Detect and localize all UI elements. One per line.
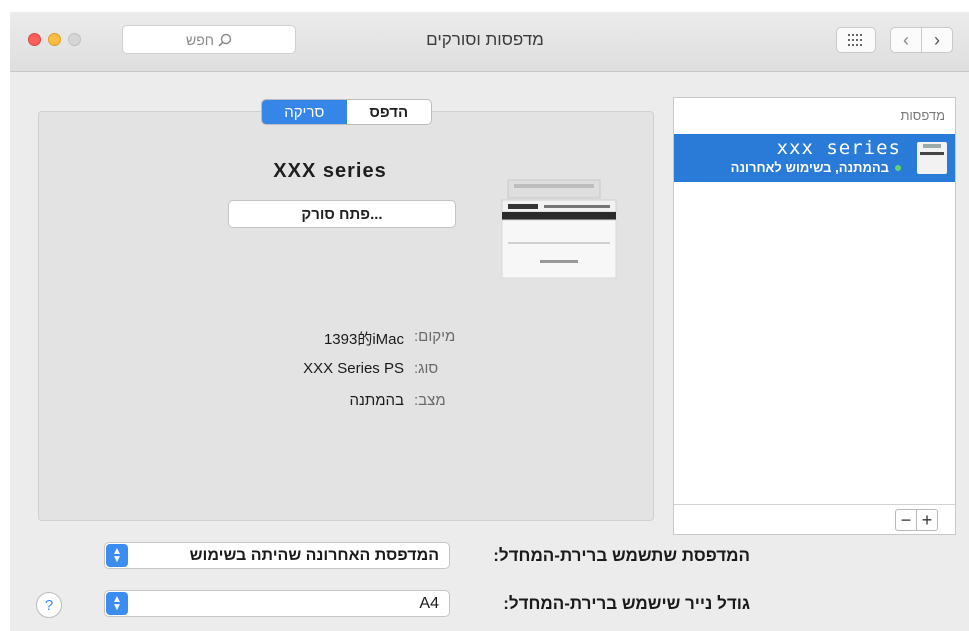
- status-label: מצב:: [414, 392, 446, 409]
- status-dot-icon: [895, 164, 901, 171]
- default-printer-select[interactable]: ▲ ▼ המדפסת האחרונה שהיתה בשימוש: [104, 542, 450, 569]
- back-button[interactable]: ‹: [890, 27, 922, 53]
- printers-list: מדפסות xxx series בהמתנה, בשימוש לאחרונה…: [673, 97, 956, 535]
- tab-scan[interactable]: סריקה: [262, 100, 347, 124]
- list-footer: − +: [674, 504, 955, 534]
- open-scanner-button[interactable]: פתח סורק...: [228, 200, 456, 228]
- type-label: סוג:: [414, 360, 439, 377]
- help-button[interactable]: ?: [36, 592, 62, 618]
- window-title: מדפסות וסורקים: [426, 30, 544, 49]
- remove-printer-button[interactable]: −: [895, 509, 917, 531]
- preferences-window: חפש מדפסות וסורקים ‹ › מדפסות xxx series…: [10, 12, 969, 631]
- printer-name-heading: XXX series: [273, 160, 387, 182]
- printer-item-status: בהמתנה, בשימוש לאחרונה: [731, 160, 901, 175]
- close-window-button[interactable]: [28, 33, 41, 46]
- type-value: XXX Series PS: [303, 360, 404, 377]
- status-row: מצב: בהמתנה: [210, 392, 510, 414]
- printer-list-item[interactable]: xxx series בהמתנה, בשימוש לאחרונה: [674, 134, 955, 182]
- paper-size-row: גודל נייר שישמש ברירת-המחדל: ▲ ▼ A4: [10, 590, 969, 618]
- search-icon: [218, 33, 232, 47]
- chevron-updown-icon: ▲ ▼: [106, 592, 128, 615]
- default-printer-row: המדפסת שתשמש ברירת-המחדל: ▲ ▼ המדפסת האחר…: [10, 542, 969, 570]
- default-printer-label: המדפסת שתשמש ברירת-המחדל:: [493, 546, 750, 565]
- printer-image: [501, 179, 617, 279]
- paper-size-value: A4: [419, 595, 439, 612]
- chevron-right-icon: ›: [934, 29, 940, 50]
- show-all-button[interactable]: [836, 27, 876, 53]
- add-printer-button[interactable]: +: [916, 509, 938, 531]
- chevron-left-icon: ‹: [903, 29, 909, 50]
- tab-print[interactable]: הדפס: [346, 100, 431, 124]
- grid-icon: [848, 34, 862, 46]
- paper-size-select[interactable]: ▲ ▼ A4: [104, 590, 450, 617]
- printer-icon: [917, 142, 947, 174]
- chevron-updown-icon: ▲ ▼: [106, 544, 128, 567]
- default-printer-value: המדפסת האחרונה שהיתה בשימוש: [189, 547, 439, 564]
- printers-list-header: מדפסות: [900, 108, 945, 123]
- paper-size-label: גודל נייר שישמש ברירת-המחדל:: [503, 594, 750, 613]
- zoom-window-button[interactable]: [68, 33, 81, 46]
- print-scan-segmented-control: סריקה הדפס: [261, 99, 432, 125]
- status-value: בהמתנה: [349, 392, 405, 409]
- printer-item-status-text: בהמתנה, בשימוש לאחרונה: [730, 160, 889, 175]
- location-value: 1393的iMac: [323, 331, 404, 348]
- title-bar: חפש מדפסות וסורקים ‹ ›: [10, 12, 969, 72]
- location-label: מיקום:: [414, 328, 456, 345]
- minimize-window-button[interactable]: [48, 33, 61, 46]
- search-placeholder: חפש: [186, 31, 214, 48]
- search-field[interactable]: חפש: [122, 25, 296, 54]
- location-row: מיקום: 1393的iMac: [210, 328, 510, 350]
- printer-item-name: xxx series: [776, 137, 901, 159]
- forward-button[interactable]: ›: [921, 27, 953, 53]
- type-row: סוג: XXX Series PS: [210, 360, 510, 382]
